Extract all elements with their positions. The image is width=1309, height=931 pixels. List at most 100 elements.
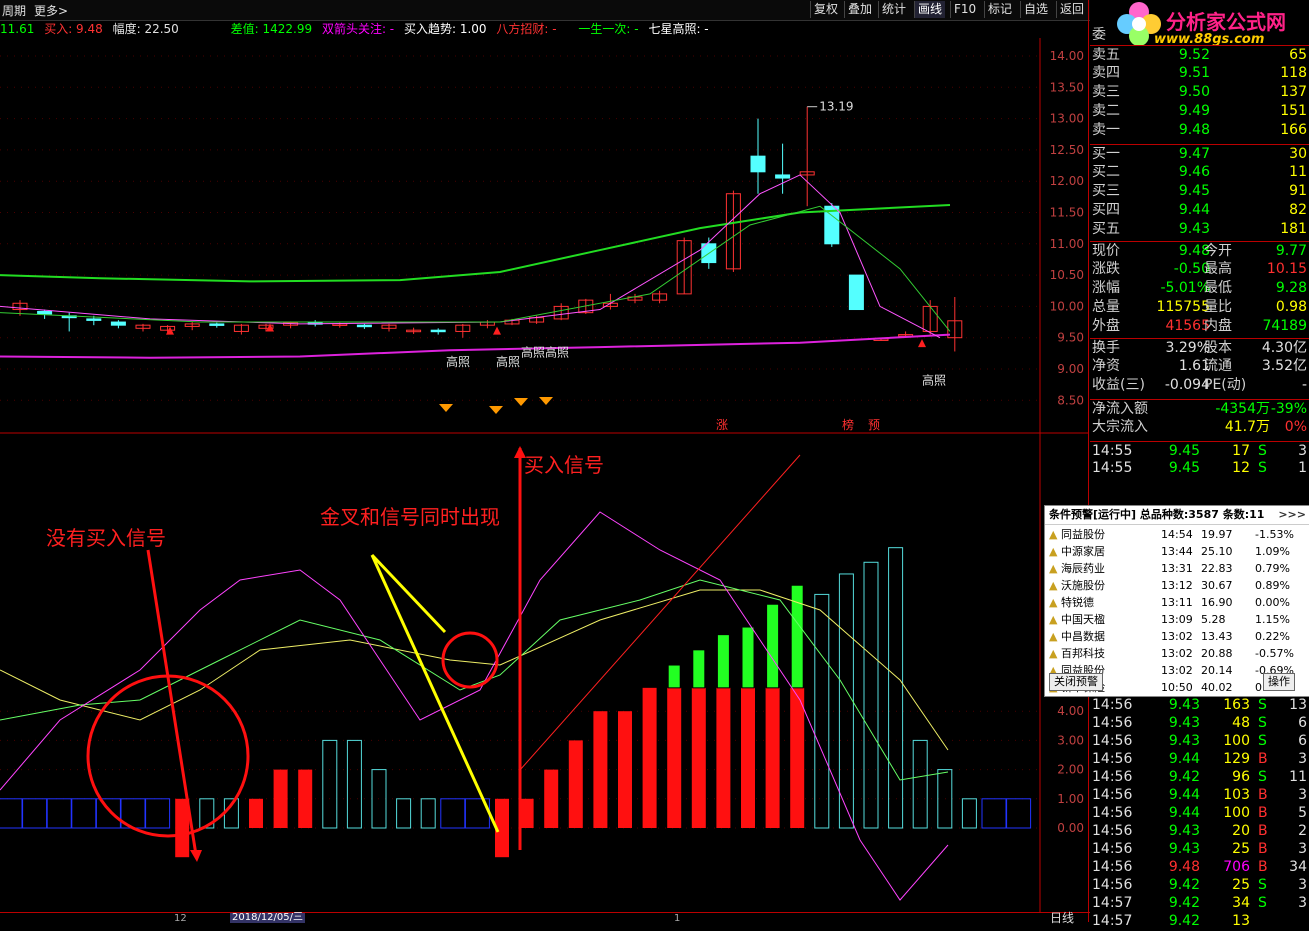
- signal-label: 高照: [922, 373, 946, 388]
- buy-level: 买四 9.44 82: [1090, 201, 1309, 220]
- tick-side: S: [1258, 715, 1267, 731]
- quote-stat: 现价 9.48 今开 9.77: [1090, 241, 1309, 261]
- indicator-bar-outline: [396, 798, 412, 829]
- order-volume: 65: [1289, 47, 1307, 63]
- annotation-arrow-yellow-1: [370, 553, 447, 634]
- alert-row[interactable]: ▲ 中国天楹 13:09 5.28 1.15%: [1045, 611, 1309, 628]
- alert-row[interactable]: ▲ 中源家居 13:44 25.10 1.09%: [1045, 543, 1309, 560]
- price-tick-label: 10.00: [1050, 299, 1084, 313]
- price-tick-label: 12.50: [1050, 143, 1084, 157]
- close-alert-button[interactable]: 关闭预警: [1049, 673, 1103, 691]
- tick-row: 14:56 9.43 20 B 2: [1090, 822, 1309, 841]
- alert-up-icon: ▲: [1049, 579, 1058, 592]
- alert-pct: 0.79%: [1255, 562, 1290, 575]
- indicator-bar: [568, 740, 583, 828]
- candle-body: [430, 329, 446, 333]
- alert-pct: -1.53%: [1255, 528, 1294, 541]
- stat-value: -5.01%: [1160, 280, 1210, 296]
- alert-stock-name: 中昌数据: [1061, 630, 1105, 643]
- annotation-golden-cross: 金叉和信号同时出现: [320, 505, 500, 529]
- order-label: 卖三: [1092, 84, 1120, 100]
- popup-title-text: 条件预警[运行中] 总品种数:3587 条数:11: [1049, 508, 1265, 521]
- indicator-bar: [790, 687, 805, 828]
- stats-button[interactable]: 统计: [878, 1, 909, 18]
- indicator-bar: [519, 798, 534, 828]
- tick-volume: 25: [1232, 841, 1250, 857]
- alert-row[interactable]: ▲ 特锐德 13:11 16.90 0.00%: [1045, 594, 1309, 611]
- restore-rights-button[interactable]: 复权: [810, 1, 841, 18]
- indicator-bar-outline: [22, 798, 48, 829]
- kline-chart[interactable]: 14.0013.5013.0012.5012.0011.5011.0010.50…: [0, 0, 1090, 922]
- tick-count: 3: [1298, 841, 1307, 857]
- overlay-button[interactable]: 叠加: [844, 1, 875, 18]
- candle-body: [848, 274, 864, 311]
- tick-row: 14:56 9.44 103 B 3: [1090, 786, 1309, 805]
- tick-row: 14:56 9.48 706 B 34: [1090, 858, 1309, 877]
- alert-row[interactable]: ▲ 百邦科技 13:02 20.88 -0.57%: [1045, 645, 1309, 662]
- alert-stock-name: 百邦科技: [1061, 647, 1105, 660]
- f10-button[interactable]: F10: [950, 1, 979, 18]
- candle-body: [37, 310, 53, 315]
- tick-side: S: [1258, 769, 1267, 785]
- candle-body: [775, 174, 791, 179]
- alert-row[interactable]: ▲ 海辰药业 13:31 22.83 0.79%: [1045, 560, 1309, 577]
- alert-up-icon: ▲: [1049, 545, 1058, 558]
- stat-label: 最高: [1204, 261, 1232, 277]
- back-button[interactable]: 返回: [1056, 1, 1087, 18]
- alert-price: 19.97: [1201, 528, 1233, 541]
- indicator-bar-green: [692, 649, 706, 689]
- legend-eight: 八方招财: -: [496, 22, 557, 36]
- tick-time: 14:56: [1092, 859, 1133, 875]
- tick-volume: 163: [1223, 697, 1250, 713]
- condition-alert-popup[interactable]: 条件预警[运行中] 总品种数:3587 条数:11 >>> ▲ 同益股份 14:54…: [1044, 505, 1309, 697]
- order-price: 9.48: [1178, 122, 1210, 138]
- stat-label: 内盘: [1204, 318, 1232, 334]
- stat-value: 9.77: [1275, 243, 1307, 259]
- quote-stat: 涨跌 -0.50 最高 10.15: [1090, 260, 1309, 279]
- alert-row[interactable]: ▲ 沃施股份 13:12 30.67 0.89%: [1045, 577, 1309, 594]
- indicator-bar: [618, 711, 632, 828]
- flow-pct: 0%: [1284, 419, 1307, 435]
- legend-range: 幅度: 22.50: [112, 22, 179, 36]
- legend-once: 一生一次: -: [578, 22, 639, 36]
- order-volume: 11: [1289, 164, 1307, 180]
- more-menu[interactable]: 更多>: [34, 2, 68, 19]
- ma-fast-line: [0, 174, 941, 339]
- tick-side: B: [1258, 751, 1268, 767]
- tick-price: 9.43: [1168, 697, 1200, 713]
- candle-body: [86, 318, 102, 321]
- order-label: 卖四: [1092, 65, 1120, 81]
- mark-button[interactable]: 标记: [984, 1, 1015, 18]
- order-volume: 181: [1280, 221, 1307, 237]
- flow-row: 净流入额 -4354万 -39%: [1090, 399, 1309, 419]
- indicator-bar: [298, 769, 313, 828]
- stat-value: -0.094: [1164, 377, 1210, 393]
- price-tick-label: 11.50: [1050, 206, 1084, 220]
- tag-bang: 榜: [842, 417, 854, 432]
- watchlist-button[interactable]: 自选: [1020, 1, 1051, 18]
- tick-row: 14:56 9.44 129 B 3: [1090, 750, 1309, 769]
- indicator-bar: [273, 769, 288, 828]
- stat-value: -: [1301, 377, 1307, 393]
- popup-more-button[interactable]: >>>: [1278, 506, 1306, 524]
- alert-time: 13:02: [1161, 664, 1193, 677]
- tick-side: S: [1258, 733, 1267, 749]
- alert-row[interactable]: ▲ 同益股份 14:54 19.97 -1.53%: [1045, 526, 1309, 543]
- alert-price: 20.14: [1201, 664, 1233, 677]
- indicator-bar-outline: [888, 547, 904, 829]
- alert-row[interactable]: ▲ 中昌数据 13:02 13.43 0.22%: [1045, 628, 1309, 645]
- ma-long-line: [0, 203, 951, 283]
- indicator-bar-green: [741, 626, 755, 689]
- tick-volume: 20: [1232, 823, 1250, 839]
- draw-line-button[interactable]: 画线: [914, 1, 946, 18]
- period-menu[interactable]: 周期: [2, 2, 26, 19]
- up-arrow-icon: [493, 326, 501, 335]
- tag-zhang: 涨: [716, 417, 728, 432]
- indicator-bar-outline: [838, 573, 854, 829]
- arrow-head-icon: [190, 850, 202, 862]
- buy-level: 买一 9.47 30: [1090, 144, 1309, 164]
- indicator-bar-outline: [981, 798, 1007, 829]
- stat-value: 115755: [1156, 299, 1210, 315]
- operate-button[interactable]: 操作: [1263, 673, 1295, 691]
- tick-time: 14:56: [1092, 805, 1133, 821]
